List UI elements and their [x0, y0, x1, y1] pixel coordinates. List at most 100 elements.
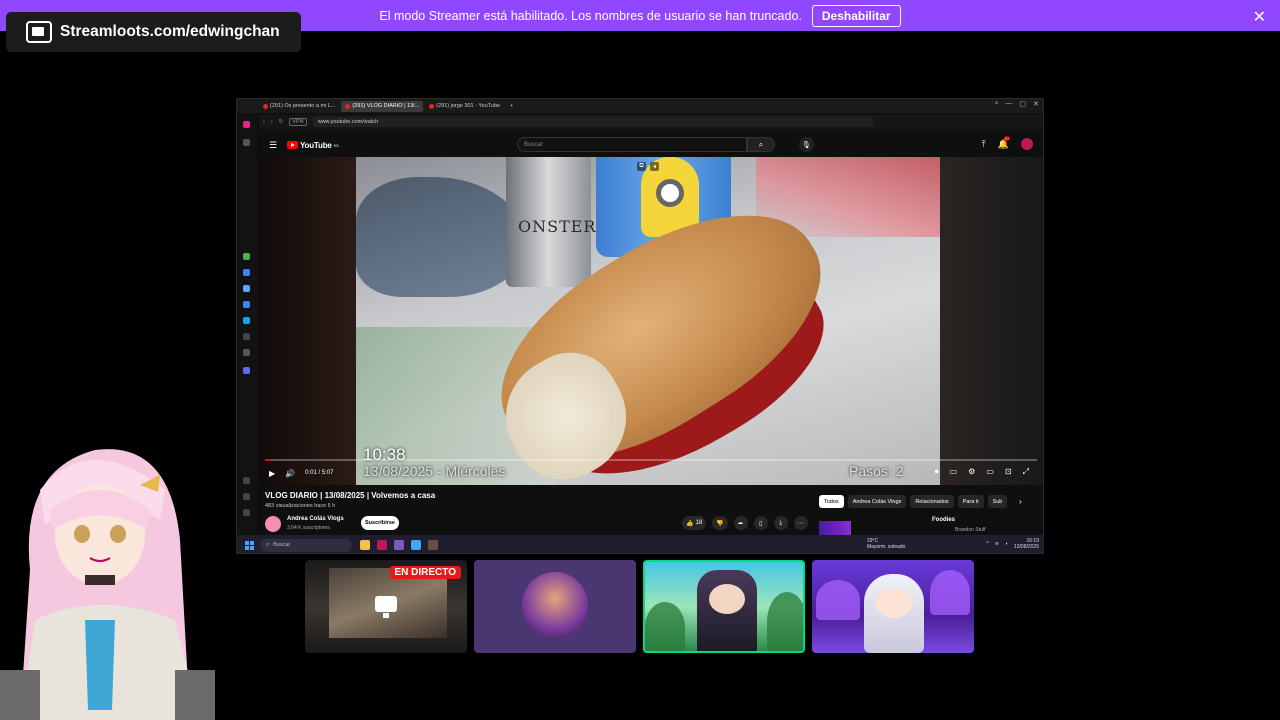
- browser-tab-active[interactable]: (291) VLOG DIARIO | 13/...: [341, 100, 424, 112]
- video-player[interactable]: ONSTER ⧉ ◂ 10:38 13/08/2025 - Miércoles …: [259, 157, 1043, 485]
- app-icon[interactable]: [243, 349, 250, 356]
- taskbar-search[interactable]: ⌕ Buscar: [260, 538, 352, 552]
- theater-mode-icon[interactable]: ▭: [986, 467, 994, 477]
- stream-card-selected[interactable]: [643, 560, 805, 653]
- reload-icon[interactable]: ↻: [279, 119, 284, 125]
- settings-icon[interactable]: [243, 509, 250, 516]
- url-field[interactable]: www.youtube.com/watch: [312, 117, 873, 127]
- browser-tab-bar: (291) Os presento a mi L... (291) VLOG D…: [237, 99, 1043, 113]
- share-button[interactable]: ➦: [733, 516, 748, 530]
- chevron-up-icon[interactable]: ^: [986, 541, 988, 547]
- window-controls: ⌕ — ▢ ✕: [995, 100, 1039, 108]
- forward-icon[interactable]: ›: [271, 119, 273, 125]
- search-icon[interactable]: ⌕: [747, 137, 775, 152]
- upload-icon[interactable]: ⤒: [982, 139, 986, 150]
- browser-tab[interactable]: (291) Os presento a mi L...: [259, 101, 339, 112]
- file-explorer-icon[interactable]: [360, 540, 370, 550]
- monitor-icon: [375, 596, 397, 612]
- messenger-icon[interactable]: [243, 285, 250, 292]
- download-button[interactable]: ⤓: [773, 516, 788, 530]
- download-icon: ⤓: [779, 519, 782, 526]
- star-icon[interactable]: [243, 139, 250, 146]
- chip-for-you[interactable]: Para ti: [957, 495, 984, 508]
- volume-icon[interactable]: 🔊: [285, 469, 295, 478]
- play-icon[interactable]: ▶: [269, 469, 275, 478]
- app-icon[interactable]: [411, 540, 421, 550]
- more-button[interactable]: ⋯: [793, 516, 808, 530]
- app-icon[interactable]: [243, 301, 250, 308]
- subscribe-button[interactable]: Suscribirse: [361, 516, 399, 530]
- stream-card[interactable]: [474, 560, 636, 653]
- bookmark-icon: ▯: [759, 520, 763, 527]
- maximize-icon[interactable]: ▢: [1020, 100, 1027, 108]
- save-button[interactable]: ▯: [753, 516, 768, 530]
- fullscreen-icon[interactable]: ⤢: [1023, 467, 1029, 477]
- disable-streamer-mode-button[interactable]: Deshabilitar: [811, 4, 901, 27]
- mute-popup-icon[interactable]: ◂: [650, 162, 659, 171]
- speaker-icon[interactable]: ◖: [1005, 541, 1008, 547]
- more-icon: ⋯: [797, 520, 804, 527]
- recommended-title[interactable]: Foodies: [932, 517, 955, 523]
- new-tab-button[interactable]: +: [506, 101, 517, 112]
- video-ambient-right: [940, 157, 1043, 485]
- video-overlay-clock: 10:38: [363, 445, 406, 464]
- app-icon[interactable]: [243, 367, 250, 374]
- streamloots-url: Streamloots.com/edwingchan: [60, 23, 280, 40]
- heart-icon[interactable]: [243, 477, 250, 484]
- video-time: 0:01 / 5:07: [305, 470, 334, 476]
- chip-channel[interactable]: Andrea Colás Vlogs: [847, 495, 907, 508]
- channel-avatar[interactable]: [265, 516, 281, 532]
- app-icon[interactable]: [428, 540, 438, 550]
- hamburger-menu-icon[interactable]: ☰: [269, 140, 279, 151]
- stream-card-live[interactable]: EN DIRECTO: [305, 560, 467, 653]
- close-icon[interactable]: ✕: [1253, 7, 1266, 27]
- avatar[interactable]: [1021, 138, 1033, 150]
- channel-name[interactable]: Andrea Colás Vlogs: [287, 516, 344, 522]
- windows-start-icon[interactable]: [245, 540, 254, 550]
- home-icon[interactable]: [243, 121, 250, 128]
- search-input[interactable]: Buscar: [517, 137, 747, 152]
- video-actions: 👍 18 👎 ➦ ▯ ⤓ ⋯: [682, 516, 808, 530]
- video-controls: ▶ 🔊 0:01 / 5:07 ⏺ ▭ ⚙ ▭ ⊡ ⤢: [265, 465, 1037, 481]
- settings-gear-icon[interactable]: ⚙: [968, 467, 975, 477]
- minimize-icon[interactable]: —: [1006, 100, 1013, 108]
- like-button[interactable]: 👍 18: [682, 516, 707, 530]
- vtuber-avatar: [0, 449, 215, 720]
- microphone-icon[interactable]: 🎙: [799, 137, 814, 152]
- youtube-logo[interactable]: YouTube ES: [287, 141, 339, 150]
- search-tabs-icon[interactable]: ⌕: [995, 100, 999, 108]
- autoplay-toggle-icon[interactable]: ⏺: [935, 467, 939, 477]
- search-icon: ⌕: [266, 541, 270, 548]
- scene-bag: [356, 177, 526, 297]
- pip-icon[interactable]: ⧉: [637, 162, 646, 171]
- tiktok-icon[interactable]: [243, 333, 250, 340]
- streamloots-icon: [26, 21, 52, 43]
- subtitles-icon[interactable]: ▭: [950, 467, 958, 477]
- taskbar-clock[interactable]: 16:19 13/08/2025: [1014, 538, 1039, 550]
- browser-tab[interactable]: (291) jorge 301 - YouTube: [425, 101, 504, 112]
- video-progress-bar[interactable]: [265, 459, 1037, 461]
- chip-related[interactable]: Relacionados: [910, 495, 954, 508]
- back-icon[interactable]: ‹: [263, 119, 265, 125]
- vpn-badge[interactable]: VPN: [289, 118, 307, 126]
- notifications-bell-icon[interactable]: 🔔 9+: [998, 135, 1011, 150]
- recommended-thumbnail[interactable]: [819, 521, 851, 535]
- chip-sub[interactable]: Sub: [987, 495, 1008, 508]
- thumbs-down-icon: 👎: [716, 520, 724, 527]
- opera-browser-icon[interactable]: [377, 540, 387, 550]
- chevron-right-icon[interactable]: ›: [1019, 497, 1022, 506]
- wifi-icon[interactable]: ≋: [995, 541, 999, 547]
- telegram-icon[interactable]: [243, 317, 250, 324]
- app-icon[interactable]: [243, 269, 250, 276]
- app-icon[interactable]: [394, 540, 404, 550]
- dislike-button[interactable]: 👎: [712, 516, 728, 530]
- taskbar-weather[interactable]: 29°C Mayorm. soleado: [867, 538, 905, 550]
- chip-all[interactable]: Todos: [819, 495, 844, 508]
- youtube-play-icon: [287, 141, 298, 149]
- history-icon[interactable]: [243, 493, 250, 500]
- app-icon[interactable]: [243, 253, 250, 260]
- close-window-icon[interactable]: ✕: [1033, 100, 1039, 108]
- notification-count-badge: 9+: [1003, 135, 1011, 141]
- stream-card[interactable]: [812, 560, 974, 653]
- cast-icon[interactable]: ⊡: [1005, 467, 1012, 477]
